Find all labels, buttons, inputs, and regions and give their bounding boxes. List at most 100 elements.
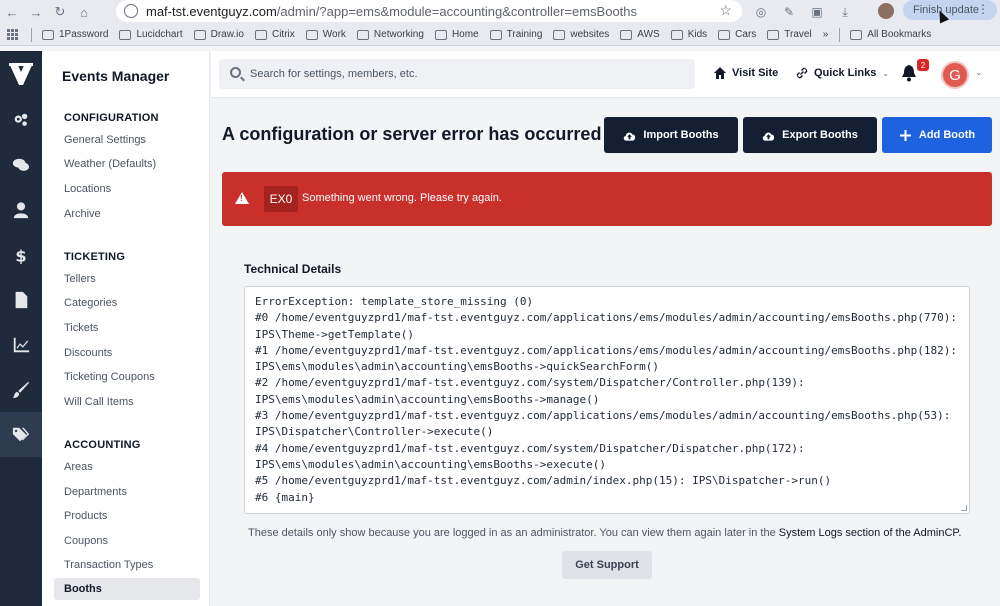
reload-icon[interactable]: ↻ (48, 3, 72, 21)
password-extension-icon[interactable]: ◎ (752, 3, 770, 21)
tags-icon (12, 427, 30, 441)
finish-update-button[interactable]: Finish update ⋮ (903, 0, 997, 20)
url-host: maf-tst.eventguyz.com (146, 3, 277, 19)
icon-rail: $ (0, 51, 42, 606)
section-accounting: ACCOUNTING (64, 439, 141, 451)
address-bar[interactable]: maf-tst.eventguyz.com/admin/?app=ems&mod… (116, 0, 742, 22)
download-icon[interactable]: ⤓ (836, 3, 854, 21)
technical-details-heading: Technical Details (244, 262, 342, 276)
sidebar-item-general-settings[interactable]: General Settings (64, 134, 146, 146)
trace-line: #1 /home/eventguyzprd1/maf-tst.eventguyz… (255, 343, 957, 357)
brush-icon (12, 381, 30, 398)
app-logo[interactable] (0, 51, 42, 97)
folder-icon (767, 29, 780, 40)
sidebar-item-departments[interactable]: Departments (64, 486, 127, 498)
sidebar-item-categories[interactable]: Categories (64, 297, 117, 309)
folder-icon (356, 29, 369, 40)
resize-handle[interactable] (961, 505, 967, 511)
sidebar-item-weather[interactable]: Weather (Defaults) (64, 158, 156, 170)
rail-customization[interactable] (0, 367, 42, 412)
bookmark-favicon-icon (119, 29, 132, 40)
sidebar-item-archive[interactable]: Archive (64, 208, 101, 220)
folder-icon (670, 29, 683, 40)
bookmark-item[interactable]: Draw.io (193, 29, 244, 40)
sidebar-item-booths[interactable]: Booths (54, 578, 200, 600)
trace-line: #5 /home/eventguyzprd1/maf-tst.eventguyz… (255, 474, 832, 488)
bookmark-item[interactable]: 1Password (42, 29, 108, 40)
quick-links-menu[interactable]: Quick Links ⌄ (796, 67, 889, 79)
puzzle-extensions-icon[interactable]: ▣ (808, 3, 826, 21)
rail-settings[interactable] (0, 97, 42, 142)
rail-commerce[interactable]: $ (0, 232, 42, 277)
get-support-button[interactable]: Get Support (562, 551, 652, 579)
search-input[interactable] (250, 59, 680, 89)
sidebar-item-tellers[interactable]: Tellers (64, 273, 96, 285)
admin-header: Visit Site Quick Links ⌄ 2 G ⌄ (211, 51, 1000, 98)
user-avatar[interactable]: G (941, 61, 969, 89)
bookmark-folder[interactable]: Kids (670, 29, 707, 40)
trace-line: IPS\ems\modules\admin\accounting\emsBoot… (255, 457, 606, 471)
cloud-upload-icon (624, 132, 636, 141)
visit-site-link[interactable]: Visit Site (714, 67, 778, 79)
sidebar-item-coupons[interactable]: Coupons (64, 535, 108, 547)
profile-avatar[interactable] (878, 3, 894, 19)
chevron-down-icon[interactable]: ⌄ (975, 67, 983, 78)
sidebar-item-discounts[interactable]: Discounts (64, 347, 112, 359)
rail-stats[interactable] (0, 322, 42, 367)
apps-grid-icon[interactable] (7, 28, 19, 41)
trace-line: #6 {main} (255, 490, 315, 504)
sidebar-item-areas[interactable]: Areas (64, 461, 93, 473)
bookmark-folder[interactable]: Cars (718, 29, 756, 40)
bookmark-folder[interactable]: Travel (767, 29, 812, 40)
bookmark-folder[interactable]: Home (434, 29, 479, 40)
menu-dots-icon: ⋮ (977, 2, 989, 16)
back-icon[interactable]: ← (0, 3, 24, 21)
bookmark-folder[interactable]: websites (553, 29, 609, 40)
rail-content[interactable] (0, 277, 42, 322)
sidebar-item-transaction-types[interactable]: Transaction Types (64, 559, 153, 571)
folder-icon (850, 29, 863, 40)
bookmark-favicon-icon (254, 29, 267, 40)
cogs-icon (14, 113, 28, 126)
bookmark-item[interactable]: Lucidchart (119, 29, 183, 40)
admin-note: These details only show because you are … (248, 527, 962, 539)
chevron-down-icon: ⌄ (882, 68, 890, 78)
notifications-button[interactable] (901, 65, 917, 87)
sidebar-item-ticketing-coupons[interactable]: Ticketing Coupons (64, 371, 155, 383)
bookmarks-overflow-icon[interactable]: » (823, 29, 829, 40)
bookmark-folder[interactable]: Networking (356, 29, 424, 40)
trace-line: #3 /home/eventguyzprd1/maf-tst.eventguyz… (255, 409, 951, 423)
sidebar-item-tickets[interactable]: Tickets (64, 322, 98, 334)
site-info-icon[interactable] (124, 4, 138, 18)
extension-icons: ◎ ✎ ▣ ⤓ (752, 3, 854, 21)
rail-community[interactable] (0, 142, 42, 187)
folder-icon (305, 29, 318, 40)
rail-events-manager[interactable] (0, 412, 42, 457)
system-logs-link[interactable]: System Logs section of the AdminCP. (779, 527, 962, 539)
bookmark-folder[interactable]: Training (489, 29, 542, 40)
eyedropper-extension-icon[interactable]: ✎ (780, 3, 798, 21)
home-icon[interactable]: ⌂ (72, 3, 96, 21)
folder-icon (718, 29, 731, 40)
export-booths-button[interactable]: Export Booths (743, 117, 877, 153)
rail-members[interactable] (0, 187, 42, 232)
bookmark-folder[interactable]: Work (305, 29, 346, 40)
sidebar-item-will-call-items[interactable]: Will Call Items (64, 396, 134, 408)
browser-toolbar: ← → ↻ ⌂ maf-tst.eventguyz.com/admin/?app… (0, 0, 1000, 24)
stack-trace-textarea[interactable]: ErrorException: template_store_missing (… (244, 286, 970, 514)
forward-icon[interactable]: → (24, 3, 48, 21)
bookmarks-bar: 1Password Lucidchart Draw.io Citrix Work… (0, 24, 1000, 46)
sidebar-item-products[interactable]: Products (64, 510, 107, 522)
bookmark-item[interactable]: Citrix (254, 29, 295, 40)
page-title: A configuration or server error has occu… (222, 124, 602, 144)
folder-icon (553, 29, 566, 40)
bookmark-folder[interactable]: AWS (620, 29, 660, 40)
import-booths-button[interactable]: Import Booths (604, 117, 738, 153)
trace-line: ErrorException: template_store_missing (… (255, 295, 534, 308)
sidebar-item-locations[interactable]: Locations (64, 183, 111, 195)
bell-icon (902, 65, 916, 82)
all-bookmarks[interactable]: All Bookmarks (850, 29, 931, 40)
bookmark-star-icon[interactable]: ☆ (719, 2, 732, 19)
add-booth-button[interactable]: Add Booth (882, 117, 992, 153)
app-title: Events Manager (62, 68, 170, 84)
